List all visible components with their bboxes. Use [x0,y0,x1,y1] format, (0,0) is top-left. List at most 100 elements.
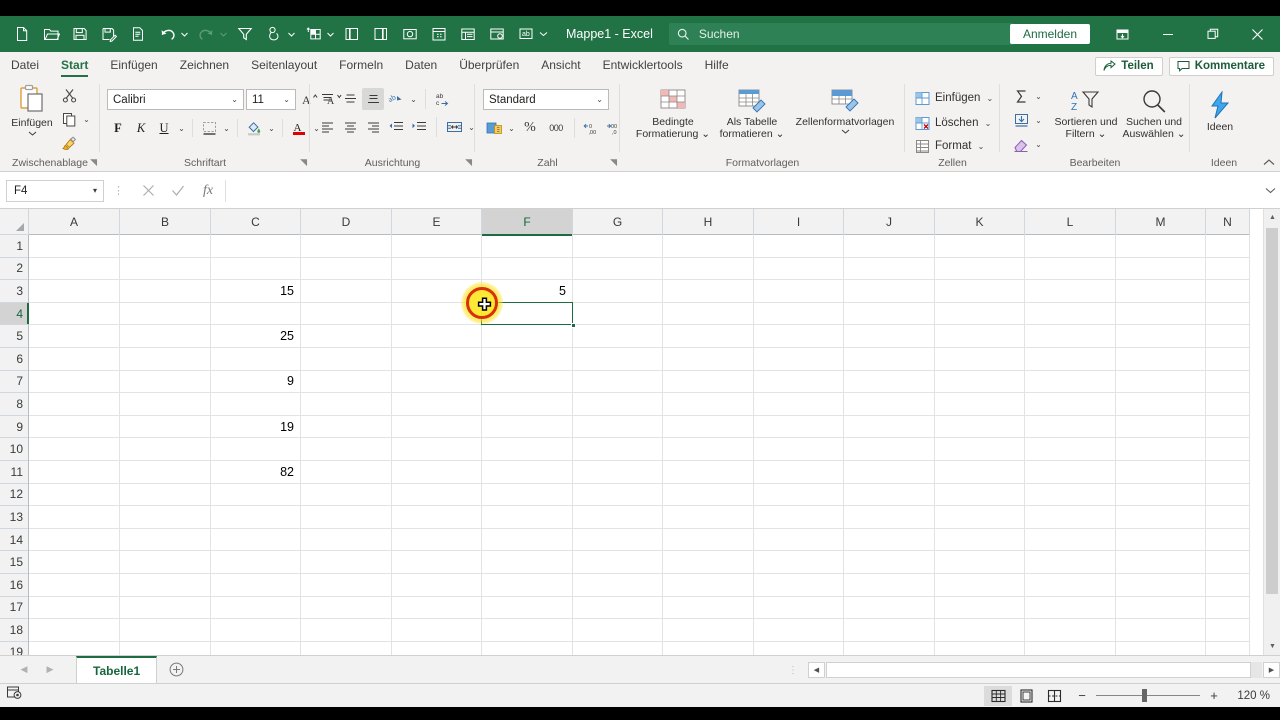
cell-G3[interactable] [573,280,663,303]
cell-K17[interactable] [935,596,1025,620]
cell-J6[interactable] [844,347,935,371]
cell-M14[interactable] [1116,528,1206,552]
cell-I7[interactable] [754,370,844,394]
row-header-5[interactable]: 5 [0,325,28,348]
number-format-select[interactable]: Standard ⌄ [483,89,609,110]
align-middle-button[interactable] [339,88,361,110]
cell-L4[interactable] [1025,302,1116,326]
cell-A17[interactable] [29,596,120,620]
column-header-b[interactable]: B [120,209,211,235]
cell-K5[interactable] [935,325,1025,348]
cell-H7[interactable] [663,370,754,394]
cell-A8[interactable] [29,393,120,416]
zoom-thumb[interactable] [1142,689,1147,702]
cell-K18[interactable] [935,619,1025,642]
cell-N4[interactable] [1206,302,1250,326]
copy-button[interactable] [58,108,80,130]
previous-sheet-icon[interactable]: ◀ [16,664,32,675]
cell-H16[interactable] [663,573,754,597]
cell-H2[interactable] [663,257,754,281]
calendar-icon[interactable] [425,20,453,48]
cell-K7[interactable] [935,370,1025,394]
clipboard-dialog-launcher[interactable]: ◥ [90,157,97,168]
cell-C11[interactable]: 82 [211,460,301,484]
cell-C3[interactable]: 15 [211,280,301,303]
cell-A14[interactable] [29,528,120,552]
normal-view-icon[interactable] [984,685,1012,706]
cell-C2[interactable] [211,257,301,281]
accounting-dropdown-icon[interactable]: ⌄ [506,124,517,133]
tab-ansicht[interactable]: Ansicht [530,54,591,78]
delete-cells-button[interactable]: Löschen ⌄ [911,111,997,135]
cell-I15[interactable] [754,551,844,574]
cell-L6[interactable] [1025,347,1116,371]
cell-J14[interactable] [844,528,935,552]
tab-seitenlayout[interactable]: Seitenlayout [240,54,328,78]
sheet-tab-tabelle1[interactable]: Tabelle1 [76,656,158,683]
close-icon[interactable] [1235,16,1280,52]
cell-E13[interactable] [392,506,482,529]
copy-dropdown-icon[interactable]: ⌄ [81,115,92,124]
cell-B5[interactable] [120,325,211,348]
sign-in-button[interactable]: Anmelden [1009,24,1090,44]
row-header-4[interactable]: 4 [0,302,29,326]
cell-E9[interactable] [392,415,482,439]
cell-C18[interactable] [211,619,301,642]
cell-A5[interactable] [29,325,120,348]
name-box[interactable]: F4 ▾ [6,179,104,202]
cell-M4[interactable] [1116,302,1206,326]
cell-F9[interactable] [482,415,573,439]
macro-icon[interactable] [483,20,511,48]
align-center-button[interactable] [339,116,361,138]
cell-G7[interactable] [573,370,663,394]
cell-B3[interactable] [120,280,211,303]
cell-N19[interactable] [1206,641,1250,655]
cell-L7[interactable] [1025,370,1116,394]
delete-cells-dropdown-icon[interactable]: ⌄ [982,119,993,128]
font-dialog-launcher[interactable]: ◥ [300,157,307,168]
cell-M17[interactable] [1116,596,1206,620]
cell-I4[interactable] [754,302,844,326]
cell-B18[interactable] [120,619,211,642]
cell-B14[interactable] [120,528,211,552]
cell-F19[interactable] [482,641,573,655]
cell-D19[interactable] [301,641,392,655]
autosum-button[interactable] [1010,85,1032,107]
cell-F16[interactable] [482,573,573,597]
cell-B8[interactable] [120,393,211,416]
cell-A18[interactable] [29,619,120,642]
ribbon-display-options-icon[interactable] [1100,16,1145,52]
cell-A19[interactable] [29,641,120,655]
scroll-right-icon[interactable]: ▶ [1263,662,1280,678]
insert-cells-button[interactable]: Einfügen ⌄ [911,86,999,110]
increase-decimal-button[interactable]: 0,00 [580,117,602,139]
cell-A9[interactable] [29,415,120,439]
cell-N15[interactable] [1206,551,1250,574]
scroll-left-icon[interactable]: ◀ [808,662,825,678]
cell-B11[interactable] [120,460,211,484]
page-break-view-icon[interactable] [1040,686,1068,706]
zoom-in-button[interactable]: + [1208,688,1220,703]
cell-E12[interactable] [392,483,482,507]
column-header-n[interactable]: N [1206,209,1250,235]
column-header-g[interactable]: G [573,209,663,235]
underline-dropdown-icon[interactable]: ⌄ [176,124,187,133]
cell-M19[interactable] [1116,641,1206,655]
font-size-input[interactable]: 11 ⌄ [246,89,296,110]
cell-I16[interactable] [754,573,844,597]
cell-M13[interactable] [1116,506,1206,529]
cell-A15[interactable] [29,551,120,574]
cell-B9[interactable] [120,415,211,439]
cell-M1[interactable] [1116,235,1206,258]
accessibility-checker-icon[interactable] [6,685,23,706]
cell-F7[interactable] [482,370,573,394]
cell-A6[interactable] [29,347,120,371]
vertical-scroll-thumb[interactable] [1266,228,1278,594]
cell-A12[interactable] [29,483,120,507]
row-header-6[interactable]: 6 [0,348,28,371]
cell-E11[interactable] [392,460,482,484]
cell-I17[interactable] [754,596,844,620]
autosum-dropdown-icon[interactable]: ⌄ [1033,92,1044,101]
cell-N13[interactable] [1206,506,1250,529]
cell-A2[interactable] [29,257,120,281]
